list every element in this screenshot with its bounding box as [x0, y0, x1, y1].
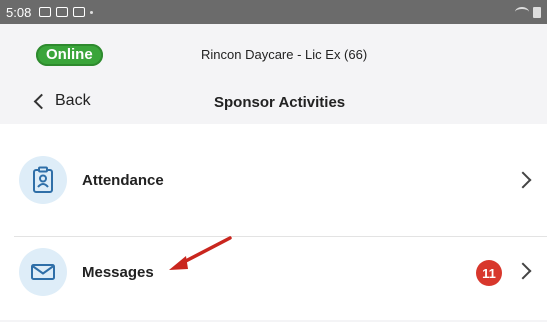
provider-name: Rincon Daycare - Lic Ex (66) [201, 47, 368, 62]
battery-icon [533, 6, 541, 18]
online-status-badge: Online [36, 44, 103, 66]
activity-list: Attendance Messages 11 [0, 124, 547, 320]
back-label: Back [55, 92, 91, 109]
chevron-left-icon [33, 93, 50, 110]
wifi-icon [515, 7, 529, 17]
annotation-arrow-icon [169, 236, 232, 270]
chevron-right-icon [514, 262, 532, 280]
app-header: Online Rincon Daycare - Lic Ex (66) Back… [0, 24, 547, 124]
system-icons [515, 6, 541, 18]
list-item-label: Attendance [82, 172, 164, 189]
envelope-icon [19, 248, 67, 296]
chevron-right-icon [514, 171, 532, 189]
more-notifications-icon [90, 10, 94, 14]
status-bar: 5:08 [0, 0, 547, 24]
back-button[interactable]: Back [33, 92, 91, 110]
list-item-messages[interactable]: Messages 11 [0, 228, 547, 322]
id-badge-icon [19, 156, 67, 204]
app-icon [56, 7, 69, 17]
page-title: Sponsor Activities [214, 94, 346, 111]
document-icon [73, 7, 86, 17]
status-time: 5:08 [6, 4, 32, 20]
list-item-attendance[interactable]: Attendance [0, 134, 547, 237]
gallery-icon [39, 7, 52, 17]
notification-icons [39, 7, 94, 17]
unread-count-badge: 11 [476, 260, 502, 286]
list-item-label: Messages [82, 264, 154, 281]
